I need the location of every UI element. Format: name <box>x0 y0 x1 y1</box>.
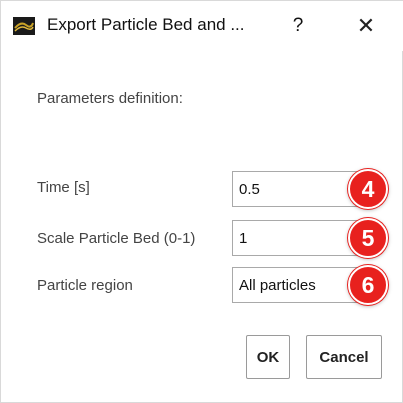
time-value: 0.5 <box>239 181 260 198</box>
ok-button[interactable]: OK <box>246 335 290 379</box>
help-icon[interactable]: ? <box>283 9 313 43</box>
callout-badge-6: 6 <box>348 265 388 305</box>
callout-badge-4: 4 <box>348 169 388 209</box>
region-label: Particle region <box>37 277 133 294</box>
title-bar[interactable]: Export Particle Bed and ... ? ✕ <box>1 1 403 51</box>
region-value: All particles <box>239 277 316 294</box>
section-label: Parameters definition: <box>37 90 183 107</box>
scale-label: Scale Particle Bed (0-1) <box>37 230 196 247</box>
scale-value: 1 <box>239 230 248 247</box>
app-icon <box>13 17 35 35</box>
cancel-button[interactable]: Cancel <box>306 335 382 379</box>
export-dialog: Export Particle Bed and ... ? ✕ Paramete… <box>0 0 403 403</box>
close-icon[interactable]: ✕ <box>348 9 384 43</box>
time-label: Time [s] <box>37 179 90 196</box>
callout-badge-5: 5 <box>348 218 388 258</box>
window-title: Export Particle Bed and ... <box>47 15 245 34</box>
